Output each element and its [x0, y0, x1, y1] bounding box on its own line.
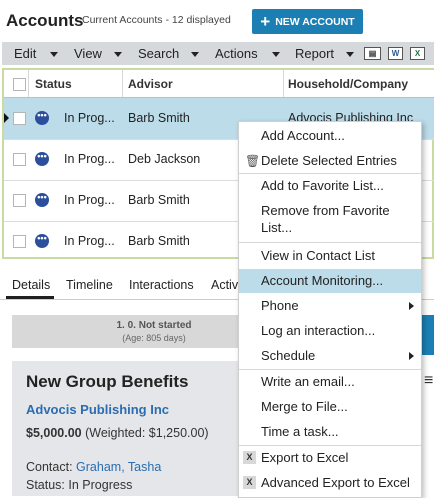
menu-item-label: Schedule	[261, 348, 316, 363]
menu-item-label: Advanced Export to Excel	[261, 475, 410, 490]
weighted-amount: (Weighted: $1,250.00)	[85, 426, 209, 440]
contact-name-link[interactable]: Graham, Tasha	[76, 460, 161, 474]
view-menu[interactable]: View	[74, 46, 102, 61]
row-checkbox[interactable]	[13, 112, 26, 125]
report-menu[interactable]: Report	[295, 46, 334, 61]
row-advisor: Barb Smith	[128, 193, 190, 207]
menu-item-phone[interactable]: Phone	[239, 294, 421, 318]
menu-item-remove-favorite[interactable]: Remove from Favorite List...	[239, 199, 421, 241]
contact-label: Contact:	[26, 460, 73, 474]
menu-item-write-email[interactable]: Write an email...	[239, 370, 421, 394]
submenu-arrow-icon	[409, 302, 414, 310]
row-checkbox[interactable]	[13, 153, 26, 166]
new-account-label: NEW ACCOUNT	[275, 15, 355, 28]
chevron-down-icon[interactable]	[50, 52, 58, 57]
active-tab-indicator	[6, 296, 54, 299]
row-status: In Prog...	[64, 234, 115, 248]
context-menu: Add Account... 🗑 Delete Selected Entries…	[238, 121, 422, 498]
chevron-down-icon[interactable]	[346, 52, 354, 57]
menu-item-log-interaction[interactable]: Log an interaction...	[239, 319, 421, 343]
menu-item-schedule[interactable]: Schedule	[239, 344, 421, 368]
excel-icon[interactable]: X	[410, 47, 425, 60]
page-title: Accounts	[6, 11, 84, 30]
menu-item-add-account[interactable]: Add Account...	[239, 124, 421, 148]
menu-item-label: Remove from Favorite	[261, 203, 390, 218]
toolbar: Edit View Search Actions Report ▤ W X	[2, 42, 434, 65]
column-divider	[28, 70, 29, 97]
menu-item-label: Add Account...	[261, 128, 345, 143]
search-menu[interactable]: Search	[138, 46, 179, 61]
grid-header: Status Advisor Household/Company	[4, 70, 434, 98]
trash-icon: 🗑	[245, 154, 261, 168]
menu-item-label: Log an interaction...	[261, 323, 376, 338]
select-all-checkbox[interactable]	[13, 78, 26, 91]
new-account-button[interactable]: + NEW ACCOUNT	[252, 9, 363, 34]
row-status: In Prog...	[64, 152, 115, 166]
chevron-down-icon[interactable]	[114, 52, 122, 57]
more-options-icon[interactable]: •••	[35, 193, 49, 207]
menu-item-view-contact-list[interactable]: View in Contact List	[239, 243, 421, 268]
menu-item-label: Export to Excel	[261, 450, 349, 465]
menu-item-label: Merge to File...	[261, 399, 348, 414]
status-value: In Progress	[68, 478, 133, 492]
tab-details[interactable]: Details	[12, 278, 50, 292]
more-options-icon[interactable]: •••	[35, 152, 49, 166]
row-advisor: Barb Smith	[128, 234, 190, 248]
excel-icon: X	[243, 451, 256, 464]
opportunity-title: New Group Benefits	[26, 372, 189, 391]
menu-item-label: View in Contact List	[261, 248, 375, 263]
more-options-icon[interactable]: •••	[35, 234, 49, 248]
menu-item-account-monitoring[interactable]: Account Monitoring...	[239, 269, 421, 293]
word-icon[interactable]: W	[388, 47, 403, 60]
menu-item-advanced-export[interactable]: X Advanced Export to Excel	[239, 471, 421, 495]
row-checkbox[interactable]	[13, 235, 26, 248]
row-status: In Prog...	[64, 193, 115, 207]
tab-timeline[interactable]: Timeline	[66, 278, 113, 292]
tab-interactions[interactable]: Interactions	[129, 278, 194, 292]
edit-menu[interactable]: Edit	[14, 46, 36, 61]
status-line: Status: In Progress	[26, 478, 132, 492]
contact-card-icon[interactable]: ▤	[364, 47, 381, 60]
tab-activities[interactable]: Activ	[211, 278, 238, 292]
excel-advanced-icon: X	[243, 476, 256, 489]
menu-item-label: Write an email...	[261, 374, 355, 389]
opportunity-company-link[interactable]: Advocis Publishing Inc	[26, 402, 169, 417]
current-row-indicator-icon	[4, 113, 9, 123]
column-divider	[283, 70, 284, 97]
menu-item-label: Phone	[261, 298, 299, 313]
menu-item-merge-file[interactable]: Merge to File...	[239, 395, 421, 419]
stage-age: (Age: 805 days)	[122, 333, 186, 343]
column-divider	[122, 70, 123, 97]
menu-item-label: Add to Favorite List...	[261, 178, 384, 193]
more-options-icon[interactable]: •••	[35, 111, 49, 125]
menu-item-label: List...	[261, 220, 293, 235]
row-advisor: Deb Jackson	[128, 152, 201, 166]
menu-item-time-task[interactable]: Time a task...	[239, 420, 421, 444]
stage-label: 1. 0. Not started	[116, 320, 192, 331]
menu-item-label: Delete Selected Entries	[261, 153, 397, 168]
menu-item-add-favorite[interactable]: Add to Favorite List...	[239, 174, 421, 198]
row-advisor: Barb Smith	[128, 111, 190, 125]
column-household[interactable]: Household/Company	[288, 77, 408, 91]
menu-item-label: Account Monitoring...	[261, 273, 384, 288]
submenu-arrow-icon	[409, 352, 414, 360]
amount-value: $5,000.00	[26, 426, 82, 440]
contact-line: Contact: Graham, Tasha	[26, 460, 161, 474]
status-label: Status:	[26, 478, 65, 492]
row-checkbox[interactable]	[13, 194, 26, 207]
column-status[interactable]: Status	[35, 77, 72, 91]
menu-item-export-excel[interactable]: X Export to Excel	[239, 446, 421, 470]
row-status: In Prog...	[64, 111, 115, 125]
plus-icon: +	[260, 12, 271, 31]
column-advisor[interactable]: Advisor	[128, 77, 173, 91]
side-panel-edge: ≡	[424, 372, 434, 389]
opportunity-amount: $5,000.00 (Weighted: $1,250.00)	[26, 426, 209, 440]
chevron-down-icon[interactable]	[272, 52, 280, 57]
page-subtitle: Current Accounts - 12 displayed	[82, 14, 231, 26]
actions-menu[interactable]: Actions	[215, 46, 258, 61]
chevron-down-icon[interactable]	[191, 52, 199, 57]
menu-item-label: Time a task...	[261, 424, 339, 439]
menu-item-delete-selected[interactable]: 🗑 Delete Selected Entries	[239, 149, 421, 173]
